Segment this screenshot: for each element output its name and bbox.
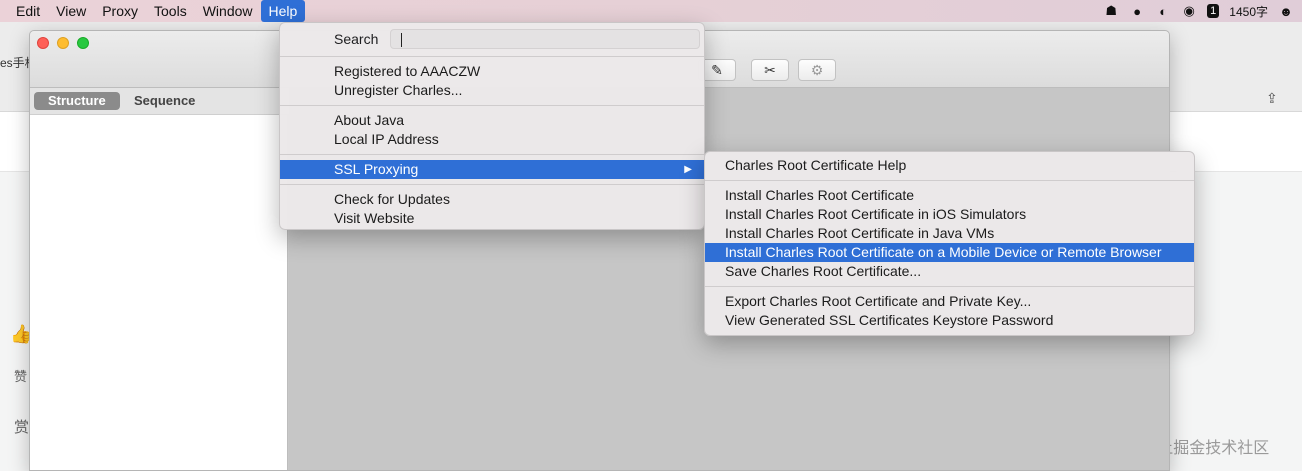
menu-item-check-updates[interactable]: Check for Updates: [280, 190, 704, 209]
menu-separator: [280, 184, 704, 185]
menu-item-about-java[interactable]: About Java: [280, 111, 704, 130]
menu-edit[interactable]: Edit: [8, 0, 48, 22]
menu-item-export-cert-key[interactable]: Export Charles Root Certificate and Priv…: [705, 292, 1194, 311]
security-icon[interactable]: ◉: [1181, 3, 1197, 19]
menu-item-visit-website[interactable]: Visit Website: [280, 209, 704, 228]
menu-help[interactable]: Help: [260, 0, 306, 22]
menu-item-install-root-cert[interactable]: Install Charles Root Certificate: [705, 186, 1194, 205]
vpn-icon[interactable]: ☗: [1103, 3, 1119, 19]
submenu-arrow-icon: ▶: [684, 164, 692, 175]
menu-item-install-mobile-device[interactable]: Install Charles Root Certificate on a Mo…: [705, 243, 1194, 262]
gear-icon: ⚙: [810, 61, 824, 78]
menu-bar: Edit View Proxy Tools Window Help ☗ ● ◐ …: [0, 0, 1302, 22]
tools-button[interactable]: ✂: [751, 59, 789, 81]
status-area: ☗ ● ◐ ◉ 1 1450字 ☻: [1103, 0, 1294, 22]
structure-tree-panel[interactable]: [30, 115, 288, 470]
menu-item-install-ios-simulators[interactable]: Install Charles Root Certificate in iOS …: [705, 205, 1194, 224]
wechat-icon[interactable]: ●: [1129, 3, 1145, 19]
tab-sequence[interactable]: Sequence: [120, 92, 209, 110]
menu-item-install-java-vms[interactable]: Install Charles Root Certificate in Java…: [705, 224, 1194, 243]
menu-item-root-cert-help[interactable]: Charles Root Certificate Help: [705, 156, 1194, 175]
menu-separator: [705, 180, 1194, 181]
minimize-window-button[interactable]: [57, 37, 69, 49]
view-tab-bar: Structure Sequence: [30, 88, 289, 115]
menu-tools[interactable]: Tools: [146, 0, 195, 22]
menu-separator: [280, 105, 704, 106]
menu-window[interactable]: Window: [195, 0, 261, 22]
like-label: 赞: [14, 369, 28, 384]
maximize-window-button[interactable]: [77, 37, 89, 49]
menu-item-registered[interactable]: Registered to AAACZW: [280, 62, 704, 81]
ssl-proxying-submenu: Charles Root Certificate Help Install Ch…: [704, 151, 1195, 336]
menu-view[interactable]: View: [48, 0, 94, 22]
share-icon[interactable]: ⇪: [1266, 90, 1278, 107]
text-caret: [401, 33, 402, 47]
notification-badge[interactable]: 1: [1207, 4, 1220, 18]
menu-item-view-keystore-password[interactable]: View Generated SSL Certificates Keystore…: [705, 311, 1194, 330]
help-dropdown-menu: Search Registered to AAACZW Unregister C…: [279, 22, 705, 230]
menu-item-save-root-cert[interactable]: Save Charles Root Certificate...: [705, 262, 1194, 281]
pencil-icon: ✎: [711, 61, 723, 78]
menu-item-unregister[interactable]: Unregister Charles...: [280, 81, 704, 100]
menu-item-local-ip[interactable]: Local IP Address: [280, 130, 704, 149]
wrench-screwdriver-icon: ✂: [764, 61, 776, 78]
tab-structure[interactable]: Structure: [34, 92, 120, 110]
help-search-label: Search: [334, 31, 379, 47]
menu-item-ssl-proxying[interactable]: SSL Proxying ▶: [280, 160, 704, 179]
menu-proxy[interactable]: Proxy: [94, 0, 146, 22]
reward-label: 赏: [14, 419, 30, 436]
shield-icon[interactable]: ◐: [1155, 3, 1171, 19]
help-search-input[interactable]: [390, 29, 700, 49]
smiley-icon[interactable]: ☻: [1278, 3, 1294, 19]
menu-separator: [280, 56, 704, 57]
word-count[interactable]: 1450字: [1229, 3, 1268, 20]
menu-separator: [280, 154, 704, 155]
close-window-button[interactable]: [37, 37, 49, 49]
settings-button[interactable]: ⚙: [798, 59, 836, 81]
help-search-row: Search: [280, 27, 704, 51]
menu-item-ssl-proxying-label: SSL Proxying: [334, 161, 419, 177]
menu-separator: [705, 286, 1194, 287]
